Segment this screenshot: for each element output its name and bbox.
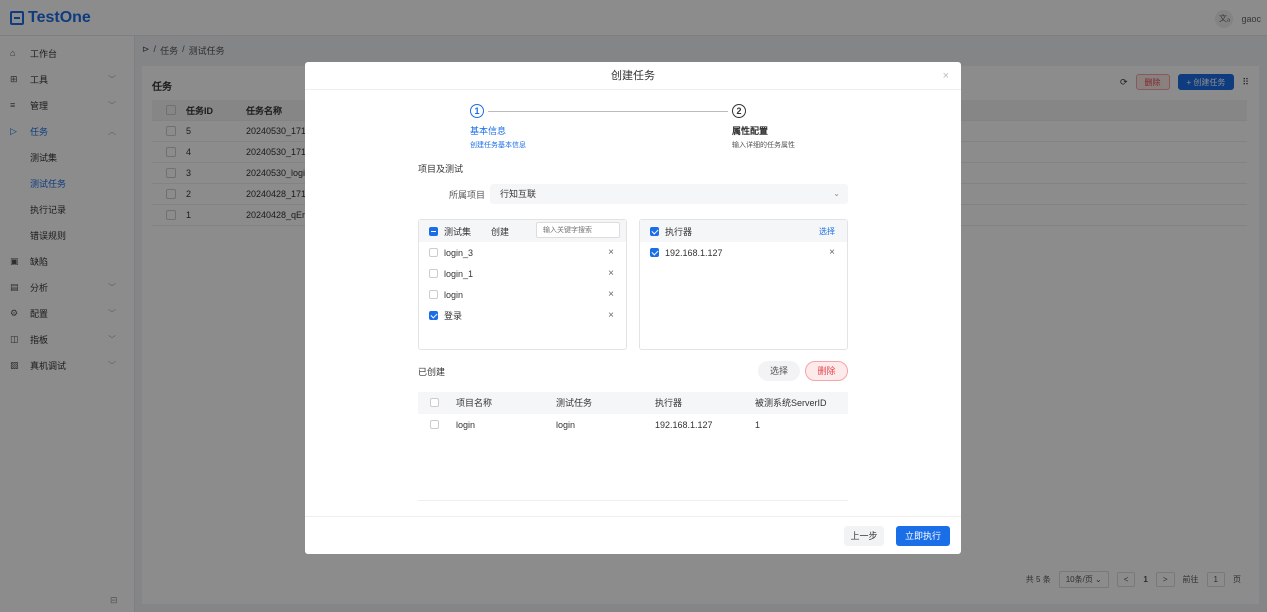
close-icon[interactable]: × <box>608 310 614 321</box>
divider <box>418 500 848 501</box>
select-all-checkbox[interactable] <box>430 398 439 407</box>
dialog-footer: 上一步 立即执行 <box>305 516 961 554</box>
close-icon[interactable]: × <box>608 268 614 279</box>
suite-name: login_3 <box>444 247 474 258</box>
project-select-value: 行知互联 <box>500 189 537 199</box>
close-icon[interactable]: × <box>829 247 835 258</box>
suite-checkbox[interactable] <box>429 290 438 299</box>
create-suite-link[interactable]: 创建 <box>491 225 509 238</box>
suite-panel-title: 测试集 <box>444 226 472 237</box>
executor-name: 192.168.1.127 <box>665 247 723 258</box>
close-icon[interactable]: × <box>943 62 949 90</box>
list-item[interactable]: login_3 × <box>419 242 626 263</box>
close-icon[interactable]: × <box>608 289 614 300</box>
table-header: 项目名称 测试任务 执行器 被测系统ServerID <box>418 392 848 414</box>
suite-checkbox[interactable] <box>429 248 438 257</box>
executor-select-all-checkbox[interactable] <box>650 226 659 236</box>
created-label: 已创建 <box>418 367 446 377</box>
cell-project-name: login <box>456 420 476 430</box>
executor-panel-header: 执行器 选择 <box>640 220 847 242</box>
section-label: 项目及测试 <box>418 164 464 174</box>
list-item[interactable]: 登录 × <box>419 305 626 326</box>
test-suite-panel: 测试集 创建 login_3 × login_1 × login × 登录 × <box>418 219 627 350</box>
project-select[interactable]: 行知互联 ⌄ <box>490 184 848 204</box>
suite-select-all-checkbox[interactable] <box>429 226 438 236</box>
dialog-header: 创建任务 × <box>305 62 961 90</box>
header-server-id: 被测系统ServerID <box>755 398 827 408</box>
executor-checkbox[interactable] <box>650 248 659 257</box>
step-2-indicator[interactable]: 2 <box>732 104 746 118</box>
close-icon[interactable]: × <box>608 247 614 258</box>
header-project-name: 项目名称 <box>456 398 493 408</box>
suite-name: 登录 <box>444 311 463 321</box>
suite-checkbox[interactable] <box>429 311 438 320</box>
executor-panel: 执行器 选择 192.168.1.127 × <box>639 219 848 350</box>
list-item[interactable]: login_1 × <box>419 263 626 284</box>
test-suite-panel-header: 测试集 创建 <box>419 220 626 242</box>
delete-button[interactable]: 删除 <box>805 361 848 381</box>
suite-search-input[interactable] <box>536 222 620 238</box>
stepper: 1 2 基本信息 属性配置 创建任务基本信息 输入详细的任务属性 <box>470 104 830 154</box>
executor-select-link[interactable]: 选择 <box>819 226 835 237</box>
cell-executor: 192.168.1.127 <box>655 420 713 430</box>
cell-test-task: login <box>556 420 576 430</box>
row-checkbox[interactable] <box>430 420 439 429</box>
chevron-down-icon: ⌄ <box>833 189 840 198</box>
step-1-title: 基本信息 <box>470 126 507 136</box>
cell-server-id: 1 <box>755 420 761 430</box>
suite-checkbox[interactable] <box>429 269 438 278</box>
step-2-desc: 输入详细的任务属性 <box>732 142 795 149</box>
create-task-dialog: 创建任务 × 1 2 基本信息 属性配置 创建任务基本信息 输入详细的任务属性 … <box>305 62 961 554</box>
header-test-task: 测试任务 <box>556 398 593 408</box>
table-row[interactable]: login login 192.168.1.127 1 <box>418 414 848 436</box>
select-button[interactable]: 选择 <box>758 361 800 381</box>
step-2-title: 属性配置 <box>732 126 769 136</box>
header-executor: 执行器 <box>655 398 683 408</box>
step-connector <box>488 111 728 112</box>
list-item[interactable]: 192.168.1.127 × <box>640 242 847 263</box>
created-table: 项目名称 测试任务 执行器 被测系统ServerID login login 1… <box>418 392 848 436</box>
dialog-title: 创建任务 <box>611 70 655 82</box>
suite-name: login <box>444 289 464 300</box>
run-now-button[interactable]: 立即执行 <box>896 526 950 546</box>
project-label: 所属项目 <box>449 190 486 200</box>
prev-step-button[interactable]: 上一步 <box>844 526 884 546</box>
list-item[interactable]: login × <box>419 284 626 305</box>
step-1-desc: 创建任务基本信息 <box>470 142 526 149</box>
step-1-indicator[interactable]: 1 <box>470 104 484 118</box>
suite-name: login_1 <box>444 268 474 279</box>
executor-panel-title: 执行器 <box>665 226 693 237</box>
